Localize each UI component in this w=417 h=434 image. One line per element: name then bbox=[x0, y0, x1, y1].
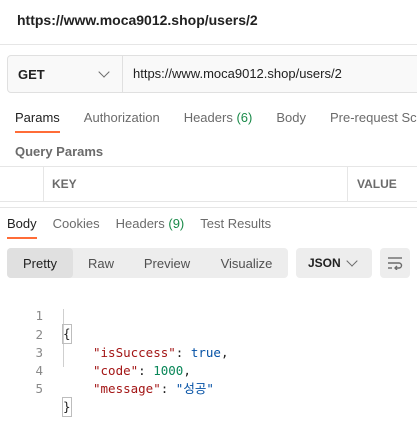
tab-params[interactable]: Params bbox=[15, 110, 60, 133]
response-divider[interactable] bbox=[0, 207, 417, 208]
chevron-down-icon bbox=[98, 66, 110, 78]
tab-headers[interactable]: Headers (6) bbox=[184, 110, 253, 133]
tab-test-results[interactable]: Test Results bbox=[200, 216, 271, 239]
method-label: GET bbox=[18, 66, 45, 82]
table-column-divider bbox=[43, 167, 44, 201]
view-visualize-button[interactable]: Visualize bbox=[205, 248, 288, 278]
tab-authorization[interactable]: Authorization bbox=[84, 110, 160, 133]
tab-pre-request-script[interactable]: Pre-request Scr bbox=[330, 110, 417, 133]
json-value: "성공" bbox=[175, 381, 214, 396]
chevron-down-icon bbox=[346, 255, 358, 267]
format-label: JSON bbox=[308, 256, 341, 270]
view-pretty-button[interactable]: Pretty bbox=[7, 248, 73, 278]
close-brace: } bbox=[62, 397, 72, 417]
code-line: 4 "message": "성공" bbox=[0, 344, 417, 396]
title-divider bbox=[0, 44, 417, 45]
json-key: "message" bbox=[93, 381, 161, 396]
code-line: 2 "isSuccess": true, bbox=[0, 308, 417, 360]
tab-response-headers[interactable]: Headers (9) bbox=[116, 216, 185, 239]
view-mode-group: Pretty Raw Preview Visualize bbox=[7, 248, 288, 278]
query-params-table: KEY VALUE bbox=[0, 166, 417, 202]
tab-headers-label: Headers bbox=[183, 110, 233, 125]
view-raw-button[interactable]: Raw bbox=[73, 248, 129, 278]
request-title: https://www.moca9012.shop/users/2 bbox=[17, 12, 258, 28]
headers-count-badge: (6) bbox=[236, 110, 253, 125]
url-input[interactable]: https://www.moca9012.shop/users/2 bbox=[133, 66, 342, 81]
view-preview-button[interactable]: Preview bbox=[129, 248, 205, 278]
key-column-header: KEY bbox=[52, 177, 77, 191]
wrap-lines-button[interactable] bbox=[380, 248, 410, 278]
response-headers-count-badge: (9) bbox=[168, 216, 185, 231]
request-bar: GET https://www.moca9012.shop/users/2 bbox=[7, 55, 417, 93]
request-tabs: Params Authorization Headers (6) Body Pr… bbox=[15, 110, 417, 133]
tab-body[interactable]: Body bbox=[276, 110, 306, 133]
tab-response-headers-label: Headers bbox=[115, 216, 165, 231]
tab-response-body[interactable]: Body bbox=[7, 216, 37, 239]
code-line: 3 "code": 1000, bbox=[0, 326, 417, 378]
value-column-header: VALUE bbox=[357, 177, 397, 191]
query-params-label: Query Params bbox=[15, 144, 104, 159]
code-line: 5 } bbox=[0, 362, 417, 417]
code-line: 1 { bbox=[0, 289, 417, 344]
line-number: 5 bbox=[35, 381, 43, 396]
wrap-lines-icon bbox=[388, 257, 403, 270]
format-select[interactable]: JSON bbox=[296, 248, 372, 278]
table-column-divider bbox=[347, 167, 348, 201]
tab-cookies[interactable]: Cookies bbox=[53, 216, 100, 239]
response-tabs: Body Cookies Headers (9) Test Results bbox=[7, 216, 287, 239]
method-select[interactable]: GET bbox=[8, 56, 123, 92]
